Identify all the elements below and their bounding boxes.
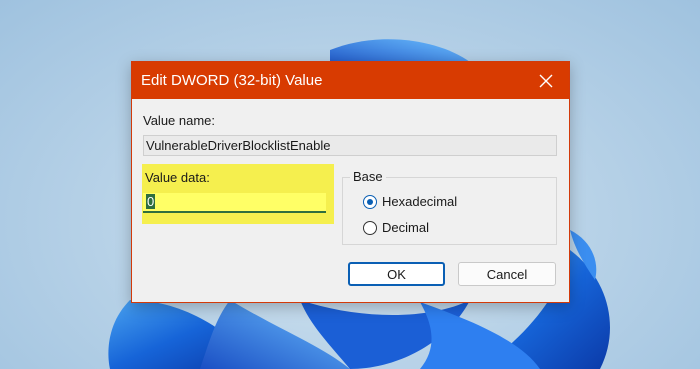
decimal-label: Decimal bbox=[382, 220, 429, 235]
value-name-field[interactable]: VulnerableDriverBlocklistEnable bbox=[143, 135, 557, 156]
dialog-title: Edit DWORD (32-bit) Value bbox=[141, 72, 323, 89]
decimal-radio[interactable]: Decimal bbox=[363, 220, 429, 235]
edit-dword-dialog: Edit DWORD (32-bit) Value Value name: Vu… bbox=[131, 61, 570, 303]
radio-checked-icon bbox=[363, 194, 377, 209]
radio-unchecked-icon bbox=[363, 220, 377, 235]
value-name-label: Value name: bbox=[143, 113, 216, 128]
base-label: Base bbox=[350, 169, 386, 184]
dialog-titlebar[interactable]: Edit DWORD (32-bit) Value bbox=[132, 62, 569, 99]
value-data-input[interactable]: 0 bbox=[143, 193, 326, 213]
close-button[interactable] bbox=[523, 62, 569, 99]
hexadecimal-radio[interactable]: Hexadecimal bbox=[363, 194, 457, 209]
value-data-selected-text: 0 bbox=[146, 194, 156, 209]
value-data-label: Value data: bbox=[145, 170, 210, 185]
hexadecimal-label: Hexadecimal bbox=[382, 194, 458, 209]
cancel-button[interactable]: Cancel bbox=[458, 262, 556, 286]
close-icon bbox=[539, 74, 553, 87]
ok-button[interactable]: OK bbox=[348, 262, 445, 286]
